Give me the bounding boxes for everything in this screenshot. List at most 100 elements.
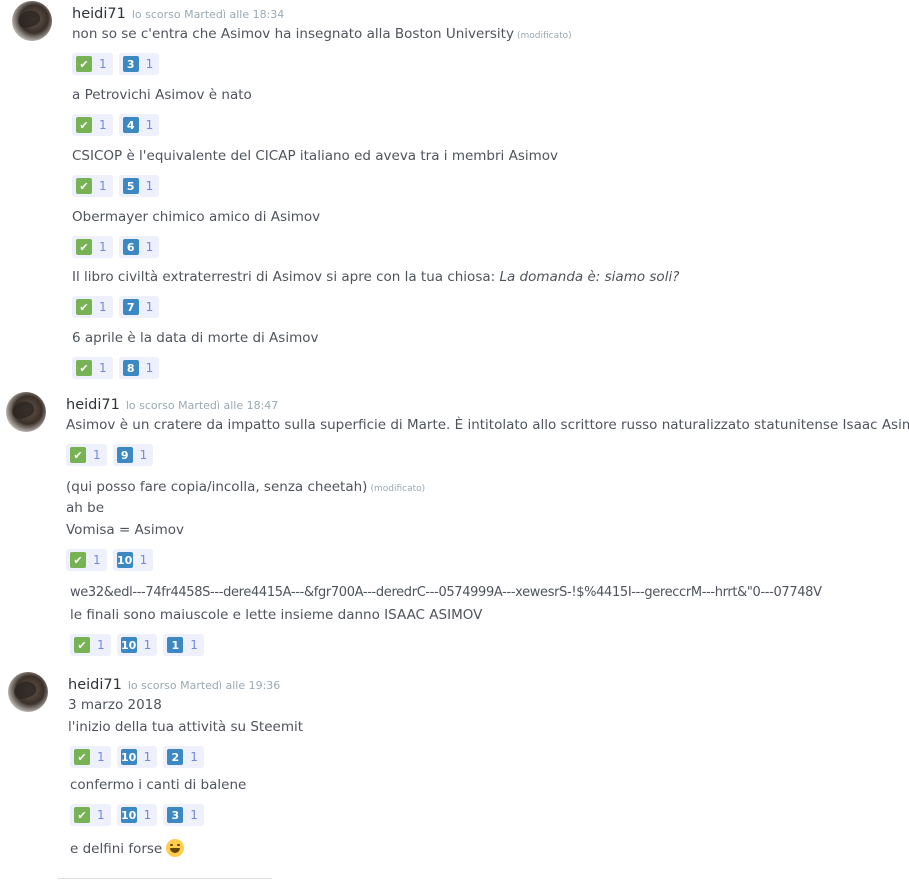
reaction-count: 1 [97,638,105,652]
message-header: heidi71 lo scorso Martedì alle 18:47 [66,394,278,413]
keycap-icon: 10 [120,637,137,653]
reaction-keycap[interactable]: 21 [163,746,204,768]
keycap-icon: 5 [122,178,139,194]
reaction-keycap[interactable]: 71 [118,296,160,318]
keycap-icon: 9 [116,447,133,463]
check-mark-icon: ✔ [76,117,92,133]
reaction-check[interactable]: ✔ 1 [72,236,113,258]
reaction-count: 1 [99,179,107,193]
reaction-check[interactable]: ✔ 1 [72,175,113,197]
author-name[interactable]: heidi71 [68,677,122,693]
divider [58,878,272,879]
keycap-icon: 4 [122,117,139,133]
reactions: ✔ 1 41 [72,114,160,136]
reaction-check[interactable]: ✔ 1 [72,114,113,136]
italic-quote: La domanda è: siamo soli? [499,269,680,285]
reaction-check[interactable]: ✔ 1 [66,549,107,571]
message-text: l'inizio della tua attività su Steemit [68,719,304,735]
check-mark-icon: ✔ [76,239,92,255]
reaction-count: 1 [190,808,198,822]
reaction-count: 1 [190,638,198,652]
reaction-keycap[interactable]: 10 1 [116,746,158,768]
reaction-count: 1 [99,300,107,314]
reaction-keycap[interactable]: 81 [118,357,160,379]
timestamp: lo scorso Martedì alle 19:36 [127,679,281,692]
author-name[interactable]: heidi71 [72,6,126,22]
reaction-keycap[interactable]: 31 [163,804,204,826]
reaction-count: 1 [145,118,154,132]
reaction-count: 1 [93,553,101,567]
reaction-keycap[interactable]: 41 [118,114,160,136]
keycap-icon: 6 [122,239,139,255]
reaction-count: 1 [145,240,154,254]
reactions: ✔ 1 81 [72,357,160,379]
message-text: Obermayer chimico amico di Asimov [72,209,321,225]
reaction-check[interactable]: ✔ 1 [72,357,113,379]
keycap-icon: 1 [167,637,184,653]
edited-label: (modificato) [516,31,572,41]
reaction-keycap[interactable]: 31 [118,53,160,75]
keycap-icon: 3 [167,807,184,823]
message-text: (qui posso fare copia/incolla, senza che… [66,479,426,495]
reaction-check[interactable]: ✔ 1 [70,804,111,826]
reaction-keycap[interactable]: 10 1 [116,634,158,656]
reaction-keycap[interactable]: 10 1 [116,804,158,826]
reaction-count: 1 [99,240,107,254]
check-mark-icon: ✔ [74,749,90,765]
reaction-count: 1 [99,57,107,71]
reaction-keycap[interactable]: 61 [118,236,160,258]
reaction-check[interactable]: ✔ 1 [66,444,107,466]
message-text: Vomisa = Asimov [66,522,184,538]
keycap-icon: 10 [120,749,137,765]
reaction-count: 1 [145,57,154,71]
reaction-count: 1 [99,118,107,132]
reaction-count: 1 [139,448,148,462]
check-mark-icon: ✔ [74,637,90,653]
reaction-check[interactable]: ✔ 1 [72,296,113,318]
reaction-count: 1 [145,300,154,314]
keycap-icon: 10 [120,807,137,823]
reaction-check[interactable]: ✔ 1 [70,634,111,656]
reaction-keycap[interactable]: 10 1 [112,549,154,571]
message-text: confermo i canti di balene [70,777,247,793]
reaction-check[interactable]: ✔ 1 [72,53,113,75]
check-mark-icon: ✔ [74,807,90,823]
message-text: Il libro civiltà extraterrestri di Asimo… [72,269,680,285]
message-text: 3 marzo 2018 [68,697,162,713]
message-text: CSICOP è l'equivalente del CICAP italian… [72,148,559,164]
avatar[interactable] [12,1,52,41]
reaction-check[interactable]: ✔ 1 [70,746,111,768]
reactions: ✔ 1 91 [66,444,154,466]
message-text: Asimov è un cratere da impatto sulla sup… [66,417,909,433]
reaction-count: 1 [145,179,154,193]
reaction-count: 1 [143,638,152,652]
keycap-icon: 3 [122,56,139,72]
author-name[interactable]: heidi71 [66,397,120,413]
message-text: e delfini forse [70,839,185,857]
reaction-keycap[interactable]: 51 [118,175,160,197]
check-mark-icon: ✔ [76,178,92,194]
timestamp: lo scorso Martedì alle 18:34 [131,8,285,21]
reaction-count: 1 [97,808,105,822]
edited-label: (modificato) [370,484,426,494]
avatar[interactable] [8,672,48,712]
check-mark-icon: ✔ [70,447,86,463]
check-mark-icon: ✔ [76,56,92,72]
reactions: ✔ 1 10 1 21 [70,746,204,768]
message-text: ah be [66,500,104,516]
reaction-count: 1 [143,750,152,764]
timestamp: lo scorso Martedì alle 18:47 [125,399,279,412]
reactions: ✔ 1 61 [72,236,160,258]
keycap-icon: 8 [122,360,139,376]
reaction-keycap[interactable]: 91 [112,444,154,466]
message-text: non so se c'entra che Asimov ha insegnat… [72,26,572,42]
reaction-count: 1 [143,808,152,822]
reaction-count: 1 [97,750,105,764]
keycap-icon: 7 [122,299,139,315]
message-text: a Petrovichi Asimov è nato [72,87,252,103]
reactions: ✔ 1 31 [72,53,160,75]
reaction-keycap[interactable]: 11 [163,634,204,656]
reaction-count: 1 [93,448,101,462]
avatar[interactable] [6,392,46,432]
check-mark-icon: ✔ [76,299,92,315]
